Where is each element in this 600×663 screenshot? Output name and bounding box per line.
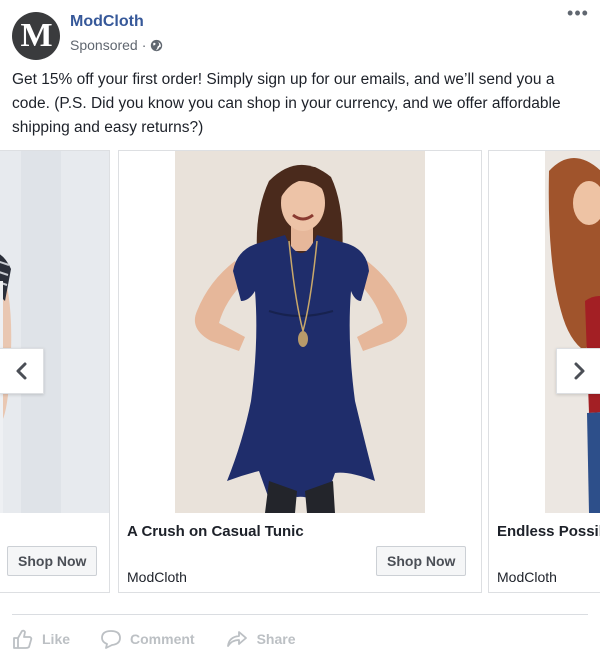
post-caption: Get 15% off your first order! Simply sig… [12, 71, 561, 136]
meta-dot: · [141, 37, 147, 53]
page-name-link[interactable]: ModCloth [70, 13, 144, 31]
share-button[interactable]: Share [225, 628, 296, 650]
like-icon [13, 629, 33, 649]
product-brand: ModCloth [127, 569, 187, 585]
share-label: Share [256, 631, 296, 647]
shop-now-button[interactable]: Shop Now [376, 546, 467, 576]
globe-icon [151, 39, 163, 51]
page-avatar[interactable]: M [12, 12, 60, 60]
share-icon [226, 631, 247, 647]
shop-now-button-previous[interactable]: Shop Now [7, 546, 98, 576]
post-actions: Like Comment Share [12, 628, 326, 650]
product-image-tunic [119, 151, 481, 513]
product-title[interactable]: A Crush on Casual Tunic [127, 523, 304, 540]
product-image-previous [0, 151, 109, 513]
actions-divider [12, 614, 588, 615]
carousel-card-current[interactable]: A Crush on Casual Tunic ModCloth Shop No… [118, 150, 482, 593]
carousel-prev-button[interactable] [0, 348, 44, 394]
product-title[interactable]: Endless Possil [497, 523, 600, 540]
product-photo[interactable] [489, 151, 600, 513]
chevron-left-icon [16, 362, 26, 380]
like-label: Like [42, 631, 71, 647]
product-image-next [489, 151, 600, 513]
more-options-button[interactable]: ••• [564, 3, 592, 26]
sponsored-label[interactable]: Sponsored [70, 37, 138, 53]
carousel-next-button[interactable] [556, 348, 600, 394]
comment-label: Comment [130, 631, 195, 647]
product-carousel: Shop Now A Crush on Casual Tunic ModClot… [0, 150, 600, 594]
product-photo[interactable] [0, 151, 109, 513]
like-button[interactable]: Like [12, 628, 70, 650]
chevron-right-icon [574, 362, 584, 380]
post-meta: Sponsored · [70, 37, 163, 53]
comment-button[interactable]: Comment [100, 628, 195, 650]
more-icon: ••• [567, 3, 589, 23]
product-photo[interactable] [119, 151, 481, 513]
comment-icon [101, 630, 121, 649]
avatar-letter: M [20, 17, 52, 54]
sponsored-post: M ModCloth Sponsored · ••• Get 15% off y… [0, 0, 600, 663]
product-brand: ModCloth [497, 569, 557, 585]
